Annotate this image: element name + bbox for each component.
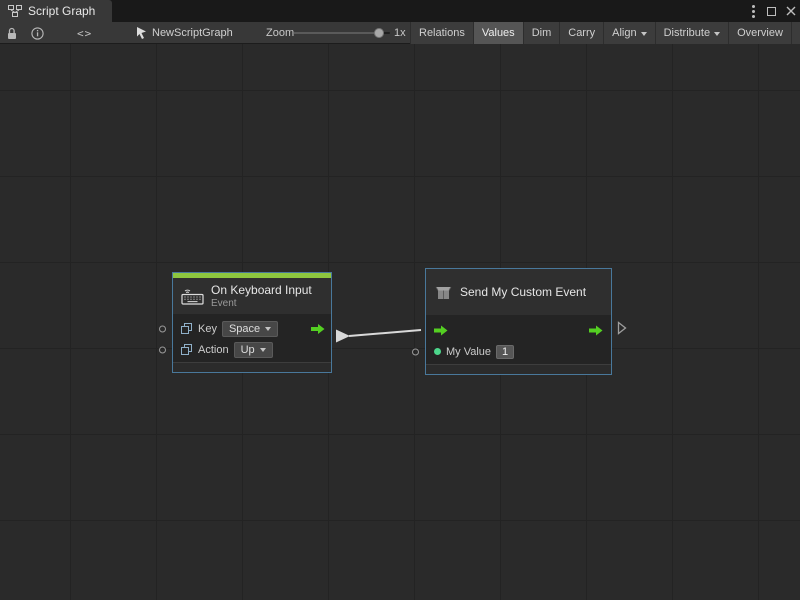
toolbar-button-dim[interactable]: Dim xyxy=(523,22,560,44)
toolbar-button-values[interactable]: Values xyxy=(473,22,523,44)
lock-icon[interactable] xyxy=(6,22,18,44)
menu-icon[interactable] xyxy=(750,3,757,20)
port-row-my-value: My Value 1 xyxy=(426,341,611,362)
node-on-keyboard-input[interactable]: On Keyboard Input Event Key Space xyxy=(172,272,332,373)
toolbar-button-distribute[interactable]: Distribute xyxy=(655,22,728,44)
port-label: My Value xyxy=(446,346,491,358)
output-flow-port[interactable] xyxy=(589,325,603,336)
toolbar-button-label: Dim xyxy=(532,27,552,39)
node-title: On Keyboard Input xyxy=(211,283,312,297)
info-icon[interactable] xyxy=(31,22,44,44)
chevron-down-icon xyxy=(265,327,271,331)
value-type-icon xyxy=(181,344,193,356)
toolbar-button-overview[interactable]: Overview xyxy=(728,22,791,44)
code-view-icon[interactable]: <> xyxy=(77,22,92,44)
toolbar-button-fullscreen[interactable]: Full S xyxy=(791,22,800,44)
chevron-down-icon xyxy=(641,32,647,36)
node-body: My Value 1 xyxy=(426,315,611,364)
tab-bar: Script Graph xyxy=(0,0,800,22)
toolbar-button-label: Values xyxy=(482,27,515,39)
close-icon[interactable] xyxy=(786,6,796,16)
node-header[interactable]: Send My Custom Event xyxy=(426,269,611,315)
zoom-slider-fill xyxy=(294,32,378,34)
dropdown-value: Space xyxy=(229,323,260,335)
toolbar-button-label: Relations xyxy=(419,27,465,39)
input-port-key[interactable] xyxy=(159,325,166,332)
toolbar-button-group: Relations Values Dim Carry Align Distrib… xyxy=(410,22,800,44)
dropdown-value: Up xyxy=(241,344,255,356)
toolbar-button-label: Align xyxy=(612,27,636,39)
pointer-icon xyxy=(136,27,147,39)
toolbar-button-label: Overview xyxy=(737,27,783,39)
chevron-down-icon xyxy=(714,32,720,36)
input-port-my-value[interactable] xyxy=(412,348,419,355)
graph-breadcrumb[interactable]: NewScriptGraph xyxy=(136,22,233,44)
zoom-slider-track[interactable] xyxy=(294,32,390,34)
node-subtitle: Event xyxy=(211,298,312,309)
node-body: Key Space xyxy=(173,314,331,362)
window-controls xyxy=(750,0,796,22)
port-row-key: Key Space xyxy=(173,318,331,339)
node-header-text: On Keyboard Input Event xyxy=(211,283,312,309)
toolbar-button-carry[interactable]: Carry xyxy=(559,22,603,44)
toolbar-button-label: Carry xyxy=(568,27,595,39)
tab-script-graph[interactable]: Script Graph xyxy=(0,0,112,22)
toolbar-button-label: Distribute xyxy=(664,27,710,39)
script-graph-window: Script Graph <> xyxy=(0,0,800,600)
toolbar-button-relations[interactable]: Relations xyxy=(410,22,473,44)
unconnected-flow-arrow-icon[interactable] xyxy=(617,321,627,340)
zoom-value: 1x xyxy=(394,22,406,44)
zoom-slider-handle[interactable] xyxy=(374,28,384,38)
node-send-my-custom-event[interactable]: Send My Custom Event xyxy=(425,268,612,375)
graph-canvas[interactable]: On Keyboard Input Event Key Space xyxy=(0,44,800,600)
script-graph-icon xyxy=(8,5,22,17)
port-row-action: Action Up xyxy=(173,339,331,360)
keyboard-icon xyxy=(181,288,204,305)
zoom-label: Zoom xyxy=(266,22,294,44)
custom-event-icon xyxy=(434,284,453,301)
value-type-icon xyxy=(181,323,193,335)
node-footer xyxy=(426,364,611,374)
input-flow-port[interactable] xyxy=(434,325,448,336)
node-footer xyxy=(173,362,331,372)
maximize-icon[interactable] xyxy=(767,7,776,16)
value-dot-icon xyxy=(434,348,441,355)
chevron-down-icon xyxy=(260,348,266,352)
tab-title: Script Graph xyxy=(28,4,95,18)
flow-row xyxy=(426,319,611,341)
port-label: Action xyxy=(198,344,229,356)
graph-toolbar: <> NewScriptGraph Zoom 1x Relations Valu… xyxy=(0,22,800,44)
input-port-action[interactable] xyxy=(159,346,166,353)
node-header[interactable]: On Keyboard Input Event xyxy=(173,278,331,314)
graph-name: NewScriptGraph xyxy=(152,27,233,39)
key-dropdown[interactable]: Space xyxy=(222,321,278,337)
action-dropdown[interactable]: Up xyxy=(234,342,273,358)
my-value-input[interactable]: 1 xyxy=(496,345,514,359)
connection-wire xyxy=(0,44,800,600)
node-title: Send My Custom Event xyxy=(460,285,586,299)
output-flow-port[interactable] xyxy=(311,323,325,334)
zoom-slider[interactable] xyxy=(294,22,390,44)
port-label: Key xyxy=(198,323,217,335)
toolbar-button-align[interactable]: Align xyxy=(603,22,654,44)
